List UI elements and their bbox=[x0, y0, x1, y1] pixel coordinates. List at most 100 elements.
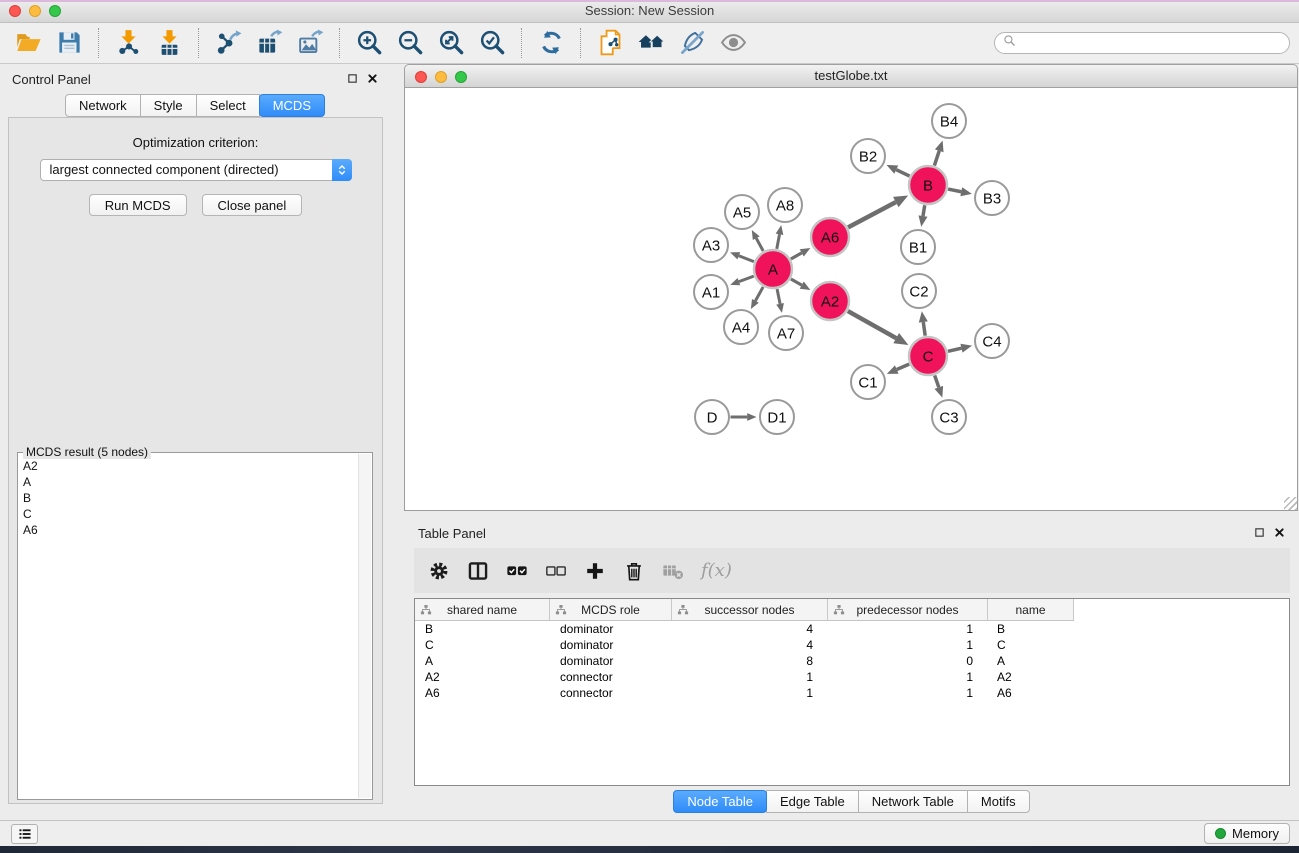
graph-edge-A6-B[interactable] bbox=[848, 196, 908, 228]
tab-motifs[interactable]: Motifs bbox=[967, 790, 1030, 813]
graph-node-B4[interactable]: B4 bbox=[932, 104, 966, 138]
graph-node-C2[interactable]: C2 bbox=[902, 274, 936, 308]
open-file-icon[interactable] bbox=[8, 27, 49, 59]
houses-icon[interactable] bbox=[631, 27, 672, 59]
column-view-icon[interactable] bbox=[467, 560, 489, 582]
graph-node-B2[interactable]: B2 bbox=[851, 139, 885, 173]
close-panel-icon[interactable] bbox=[1274, 526, 1285, 541]
table-row[interactable]: Adominator80A bbox=[415, 653, 1289, 669]
gear-icon[interactable] bbox=[428, 560, 450, 582]
zoom-out-icon[interactable] bbox=[390, 27, 431, 59]
graph-edge-B-B1[interactable] bbox=[919, 205, 928, 227]
close-window-button[interactable] bbox=[9, 5, 21, 17]
graph-edge-C-C2[interactable] bbox=[919, 311, 928, 335]
graph-node-A[interactable]: A bbox=[754, 250, 792, 288]
graph-edge-A-A1[interactable] bbox=[730, 276, 754, 285]
column-header-mcds_role[interactable]: MCDS role bbox=[550, 599, 672, 621]
save-session-icon[interactable] bbox=[49, 27, 90, 59]
graph-node-D1[interactable]: D1 bbox=[760, 400, 794, 434]
graph-edge-B-B3[interactable] bbox=[948, 187, 972, 196]
mcds-result-item[interactable]: C bbox=[23, 506, 358, 522]
zoom-in-icon[interactable] bbox=[349, 27, 390, 59]
run-mcds-button[interactable]: Run MCDS bbox=[89, 194, 187, 216]
criterion-select[interactable]: largest connected component (directed) bbox=[40, 159, 352, 181]
graph-node-C1[interactable]: C1 bbox=[851, 365, 885, 399]
graph-node-A3[interactable]: A3 bbox=[694, 228, 728, 262]
import-network-icon[interactable] bbox=[108, 27, 149, 59]
column-header-successor_nodes[interactable]: successor nodes bbox=[672, 599, 828, 621]
tab-network[interactable]: Network bbox=[65, 94, 141, 117]
tab-node-table[interactable]: Node Table bbox=[673, 790, 767, 813]
search-field[interactable] bbox=[994, 32, 1290, 54]
close-panel-button[interactable]: Close panel bbox=[202, 194, 303, 216]
mcds-result-item[interactable]: A6 bbox=[23, 522, 358, 538]
function-builder-icon[interactable]: f(x) bbox=[701, 560, 732, 581]
task-history-button[interactable] bbox=[11, 824, 38, 844]
delete-table-icon[interactable] bbox=[662, 560, 684, 582]
zoom-network-button[interactable] bbox=[455, 71, 467, 83]
table-row[interactable]: A2connector11A2 bbox=[415, 669, 1289, 685]
refresh-icon[interactable] bbox=[531, 27, 572, 59]
column-header-predecessor_nodes[interactable]: predecessor nodes bbox=[828, 599, 988, 621]
network-canvas[interactable]: B4B2BB3A8A5A6A3B1AC2A1A2A4A7C4CC1C3DD1 bbox=[404, 88, 1298, 511]
import-table-icon[interactable] bbox=[149, 27, 190, 59]
pen-slash-icon[interactable] bbox=[672, 27, 713, 59]
graph-node-A7[interactable]: A7 bbox=[769, 316, 803, 350]
mcds-result-item[interactable]: B bbox=[23, 490, 358, 506]
column-header-name[interactable]: name bbox=[988, 599, 1074, 621]
add-icon[interactable] bbox=[584, 560, 606, 582]
graph-edge-A-A6[interactable] bbox=[791, 248, 811, 259]
graph-node-A1[interactable]: A1 bbox=[694, 275, 728, 309]
graph-node-C4[interactable]: C4 bbox=[975, 324, 1009, 358]
table-row[interactable]: Bdominator41B bbox=[415, 621, 1289, 637]
float-panel-icon[interactable] bbox=[347, 72, 358, 87]
graph-edge-A-A7[interactable] bbox=[776, 289, 784, 313]
zoom-window-button[interactable] bbox=[49, 5, 61, 17]
zoom-fit-icon[interactable] bbox=[431, 27, 472, 59]
tab-select[interactable]: Select bbox=[196, 94, 260, 117]
graph-edge-A-A2[interactable] bbox=[791, 279, 811, 290]
eye-icon[interactable] bbox=[713, 27, 754, 59]
graph-node-A4[interactable]: A4 bbox=[724, 310, 758, 344]
graph-node-D[interactable]: D bbox=[695, 400, 729, 434]
zoom-selected-icon[interactable] bbox=[472, 27, 513, 59]
graph-edge-D-D1[interactable] bbox=[731, 413, 757, 421]
tab-network-table[interactable]: Network Table bbox=[858, 790, 968, 813]
select-all-icon[interactable] bbox=[506, 560, 528, 582]
deselect-all-icon[interactable] bbox=[545, 560, 567, 582]
graph-edge-C-C4[interactable] bbox=[948, 344, 972, 353]
tab-edge-table[interactable]: Edge Table bbox=[766, 790, 859, 813]
tab-style[interactable]: Style bbox=[140, 94, 197, 117]
resize-handle[interactable] bbox=[1284, 497, 1297, 510]
tab-mcds[interactable]: MCDS bbox=[259, 94, 325, 117]
mcds-result-item[interactable]: A bbox=[23, 474, 358, 490]
graph-edge-B-B4[interactable] bbox=[934, 140, 943, 165]
delete-icon[interactable] bbox=[623, 560, 645, 582]
table-row[interactable]: A6connector11A6 bbox=[415, 685, 1289, 701]
scrollbar[interactable] bbox=[358, 454, 371, 798]
graph-edge-B-B2[interactable] bbox=[886, 165, 909, 176]
graph-edge-C-C3[interactable] bbox=[934, 375, 943, 397]
graph-edge-A-A3[interactable] bbox=[730, 252, 754, 261]
graph-node-B1[interactable]: B1 bbox=[901, 230, 935, 264]
column-header-shared_name[interactable]: shared name bbox=[415, 599, 550, 621]
export-network-icon[interactable] bbox=[208, 27, 249, 59]
network-window-titlebar[interactable]: testGlobe.txt bbox=[404, 64, 1298, 88]
graph-node-C3[interactable]: C3 bbox=[932, 400, 966, 434]
close-network-button[interactable] bbox=[415, 71, 427, 83]
export-image-icon[interactable] bbox=[290, 27, 331, 59]
close-panel-icon[interactable] bbox=[367, 72, 378, 87]
graph-node-B[interactable]: B bbox=[909, 166, 947, 204]
minimize-network-button[interactable] bbox=[435, 71, 447, 83]
float-panel-icon[interactable] bbox=[1254, 526, 1265, 541]
graph-edge-A-A5[interactable] bbox=[752, 230, 763, 251]
graph-node-B3[interactable]: B3 bbox=[975, 181, 1009, 215]
graph-node-A2[interactable]: A2 bbox=[811, 282, 849, 320]
table-row[interactable]: Cdominator41C bbox=[415, 637, 1289, 653]
graph-edge-C-C1[interactable] bbox=[887, 364, 909, 374]
memory-button[interactable]: Memory bbox=[1204, 823, 1290, 844]
minimize-window-button[interactable] bbox=[29, 5, 41, 17]
graph-edge-A-A4[interactable] bbox=[751, 287, 763, 309]
search-input[interactable] bbox=[1020, 35, 1281, 51]
graph-edge-A-A8[interactable] bbox=[776, 225, 784, 249]
